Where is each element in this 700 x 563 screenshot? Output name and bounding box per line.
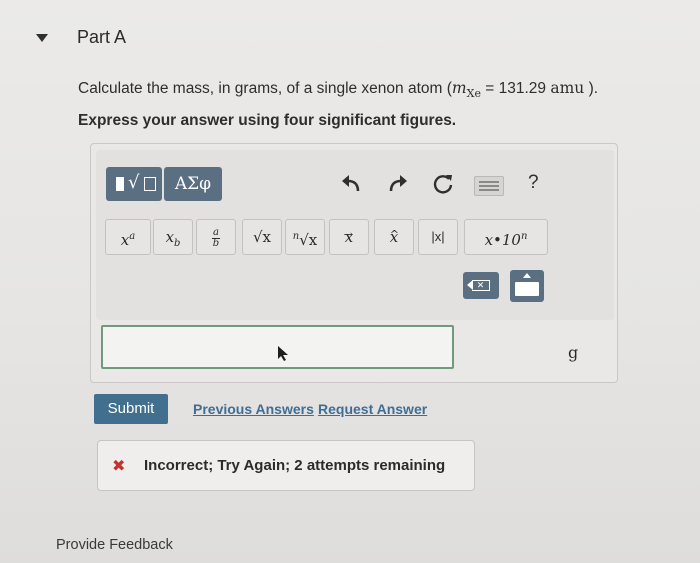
request-answer-link[interactable]: Request Answer — [318, 401, 427, 417]
provide-feedback-link[interactable]: Provide Feedback — [56, 537, 173, 553]
templates-button[interactable]: √ — [106, 167, 162, 201]
vector-key-glyph: x → — [344, 228, 353, 246]
question-equals: = 131.29 — [480, 80, 551, 97]
template-box-icon — [116, 177, 124, 191]
subscript-key-base: x — [165, 228, 175, 246]
radical-template-icon: √ — [128, 172, 140, 193]
help-icon[interactable]: ? — [528, 172, 539, 194]
nth-root-glyph: √x — [299, 231, 318, 249]
nth-root-key[interactable]: n√x — [285, 219, 325, 255]
question-prefix: Calculate the mass, in grams, of a singl… — [78, 80, 452, 97]
redo-icon[interactable] — [387, 174, 409, 194]
hat-key[interactable]: x ^ — [374, 219, 414, 255]
fraction-key-glyph: ab — [212, 226, 220, 249]
square-root-key[interactable]: √x — [242, 219, 282, 255]
template-box-icon — [144, 177, 156, 191]
keyboard-toggle-button[interactable] — [510, 270, 544, 302]
subscript-key[interactable]: xb — [153, 219, 193, 255]
previous-answers-link[interactable]: Previous Answers — [193, 401, 314, 417]
reset-icon[interactable] — [432, 173, 454, 195]
power-key-base: x — [120, 231, 130, 249]
fraction-denominator: b — [212, 237, 220, 249]
keyboard-icon — [515, 282, 539, 296]
hat-key-glyph: x ^ — [390, 228, 399, 246]
question-unit: amu — [550, 79, 585, 97]
sci-key-exp: n — [520, 231, 528, 242]
absolute-value-key[interactable]: |x| — [418, 219, 458, 255]
scientific-notation-key[interactable]: x•10n — [464, 219, 548, 255]
power-key-exp: a — [129, 231, 136, 242]
expand-up-icon — [523, 273, 531, 278]
incorrect-x-icon: ✖ — [112, 458, 126, 475]
mass-symbol: m — [451, 79, 467, 97]
keyboard-shortcuts-icon[interactable] — [474, 176, 504, 196]
undo-icon[interactable] — [340, 174, 362, 194]
question-suffix: ). — [584, 80, 599, 97]
sci-key-base: x•10 — [484, 231, 521, 249]
greek-symbols-button[interactable]: ΑΣφ — [164, 167, 222, 201]
collapse-caret-icon[interactable] — [36, 34, 48, 42]
answer-unit: g — [568, 343, 579, 362]
backspace-icon: ✕ — [472, 280, 490, 291]
power-key[interactable]: xa — [105, 219, 151, 255]
vector-key[interactable]: x → — [329, 219, 369, 255]
mass-subscript: Xe — [466, 87, 481, 100]
page: Part A Calculate the mass, in grams, of … — [0, 0, 700, 563]
fraction-numerator: a — [212, 226, 220, 239]
fraction-key[interactable]: ab — [196, 219, 236, 255]
part-title: Part A — [77, 27, 127, 47]
backspace-button[interactable]: ✕ — [463, 272, 499, 299]
instruction-text: Express your answer using four significa… — [78, 112, 457, 129]
submit-button[interactable]: Submit — [94, 394, 168, 424]
arrow-accent-icon: → — [343, 228, 353, 241]
hat-accent-icon: ^ — [389, 228, 399, 241]
mouse-cursor-icon — [278, 346, 288, 361]
question-text: Calculate the mass, in grams, of a singl… — [78, 79, 598, 100]
subscript-key-sub: b — [174, 238, 181, 249]
feedback-message: Incorrect; Try Again; 2 attempts remaini… — [144, 457, 446, 474]
